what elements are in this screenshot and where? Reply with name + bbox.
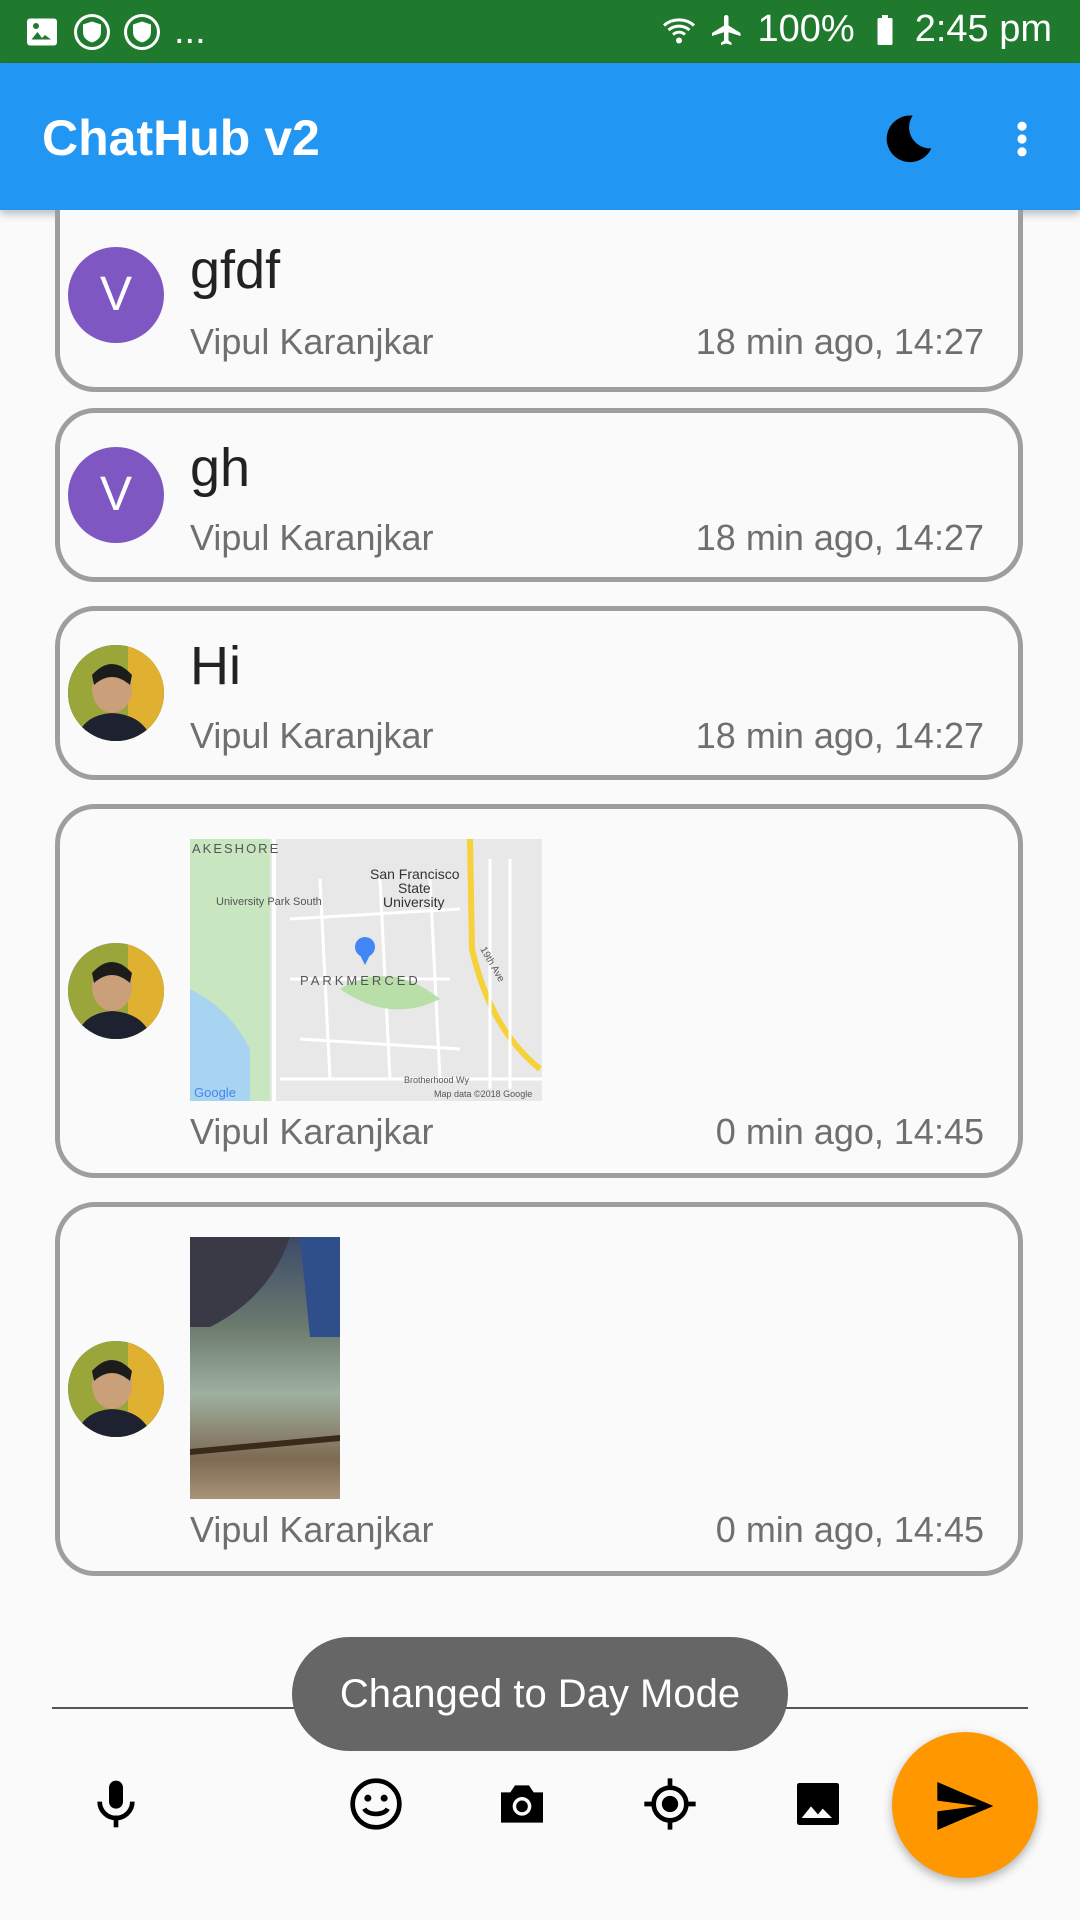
vpn-shield-icon <box>74 13 110 50</box>
message-time: 18 min ago, 14:27 <box>695 715 984 756</box>
message-time: 0 min ago, 14:45 <box>715 1509 984 1550</box>
message-card[interactable]: AKESHORE San Francisco State University … <box>55 804 1023 1178</box>
emoji-icon[interactable] <box>348 1776 404 1832</box>
location-icon[interactable] <box>642 1776 698 1832</box>
map-image: AKESHORE San Francisco State University … <box>190 839 542 1101</box>
message-card[interactable]: Hi Vipul Karanjkar 18 min ago, 14:27 <box>55 606 1023 780</box>
battery-icon <box>877 14 893 45</box>
send-icon <box>937 1782 994 1830</box>
airplane-mode-icon <box>712 14 741 45</box>
vpn-shield-icon-2 <box>124 13 160 50</box>
toast-message: Changed to Day Mode <box>292 1637 788 1751</box>
message-time: 0 min ago, 14:45 <box>715 1111 984 1152</box>
wifi-icon <box>663 17 696 43</box>
message-text: gfdf <box>190 240 281 300</box>
map-label: AKESHORE <box>192 841 280 856</box>
message-time: 18 min ago, 14:27 <box>695 321 984 362</box>
profile-photo <box>68 645 164 741</box>
profile-photo <box>68 1341 164 1437</box>
avatar-photo[interactable] <box>68 1341 164 1437</box>
message-list[interactable]: V gfdf Vipul Karanjkar 18 min ago, 14:27… <box>0 210 1080 1610</box>
image-icon[interactable] <box>790 1776 846 1832</box>
location-map-thumbnail[interactable]: AKESHORE San Francisco State University … <box>190 839 542 1101</box>
profile-photo <box>68 943 164 1039</box>
app-title: ChatHub v2 <box>42 110 320 166</box>
status-more-text: ... <box>174 10 206 52</box>
gallery-notification-icon <box>27 18 57 45</box>
sender-name: Vipul Karanjkar <box>190 321 434 362</box>
map-label: Map data ©2018 Google <box>434 1089 532 1099</box>
message-text: Hi <box>190 636 241 696</box>
photo-thumbnail[interactable] <box>190 1237 340 1499</box>
battery-percentage: 100% <box>757 8 855 50</box>
camera-icon[interactable] <box>494 1776 550 1832</box>
message-card[interactable]: V gfdf Vipul Karanjkar 18 min ago, 14:27 <box>55 210 1023 392</box>
message-card[interactable]: Vipul Karanjkar 0 min ago, 14:45 <box>55 1202 1023 1576</box>
sender-name: Vipul Karanjkar <box>190 1509 434 1550</box>
avatar[interactable]: V <box>68 447 164 543</box>
message-card[interactable]: V gh Vipul Karanjkar 18 min ago, 14:27 <box>55 408 1023 582</box>
photo-image <box>190 1237 340 1499</box>
sender-name: Vipul Karanjkar <box>190 517 434 558</box>
sender-name: Vipul Karanjkar <box>190 1111 434 1152</box>
message-text: gh <box>190 438 251 498</box>
moon-icon[interactable] <box>880 111 936 167</box>
map-label: Google <box>194 1085 236 1100</box>
map-label: Brotherhood Wy <box>404 1075 469 1085</box>
avatar[interactable]: V <box>68 247 164 343</box>
status-time: 2:45 pm <box>914 8 1052 50</box>
status-system: 100% 2:45 pm <box>661 8 1052 51</box>
avatar-photo[interactable] <box>68 645 164 741</box>
status-notifications: ... <box>24 10 206 53</box>
mic-icon[interactable] <box>88 1776 144 1832</box>
app-bar: ChatHub v2 <box>0 63 1080 210</box>
message-time: 18 min ago, 14:27 <box>695 517 984 558</box>
status-bar: ... 100% 2:45 pm <box>0 0 1080 63</box>
map-label: University <box>383 894 444 910</box>
avatar-photo[interactable] <box>68 943 164 1039</box>
sender-name: Vipul Karanjkar <box>190 715 434 756</box>
map-label: PARKMERCED <box>300 973 421 988</box>
send-button[interactable] <box>892 1732 1038 1878</box>
map-label: University Park South <box>216 896 322 908</box>
more-vert-icon[interactable] <box>1000 111 1044 167</box>
